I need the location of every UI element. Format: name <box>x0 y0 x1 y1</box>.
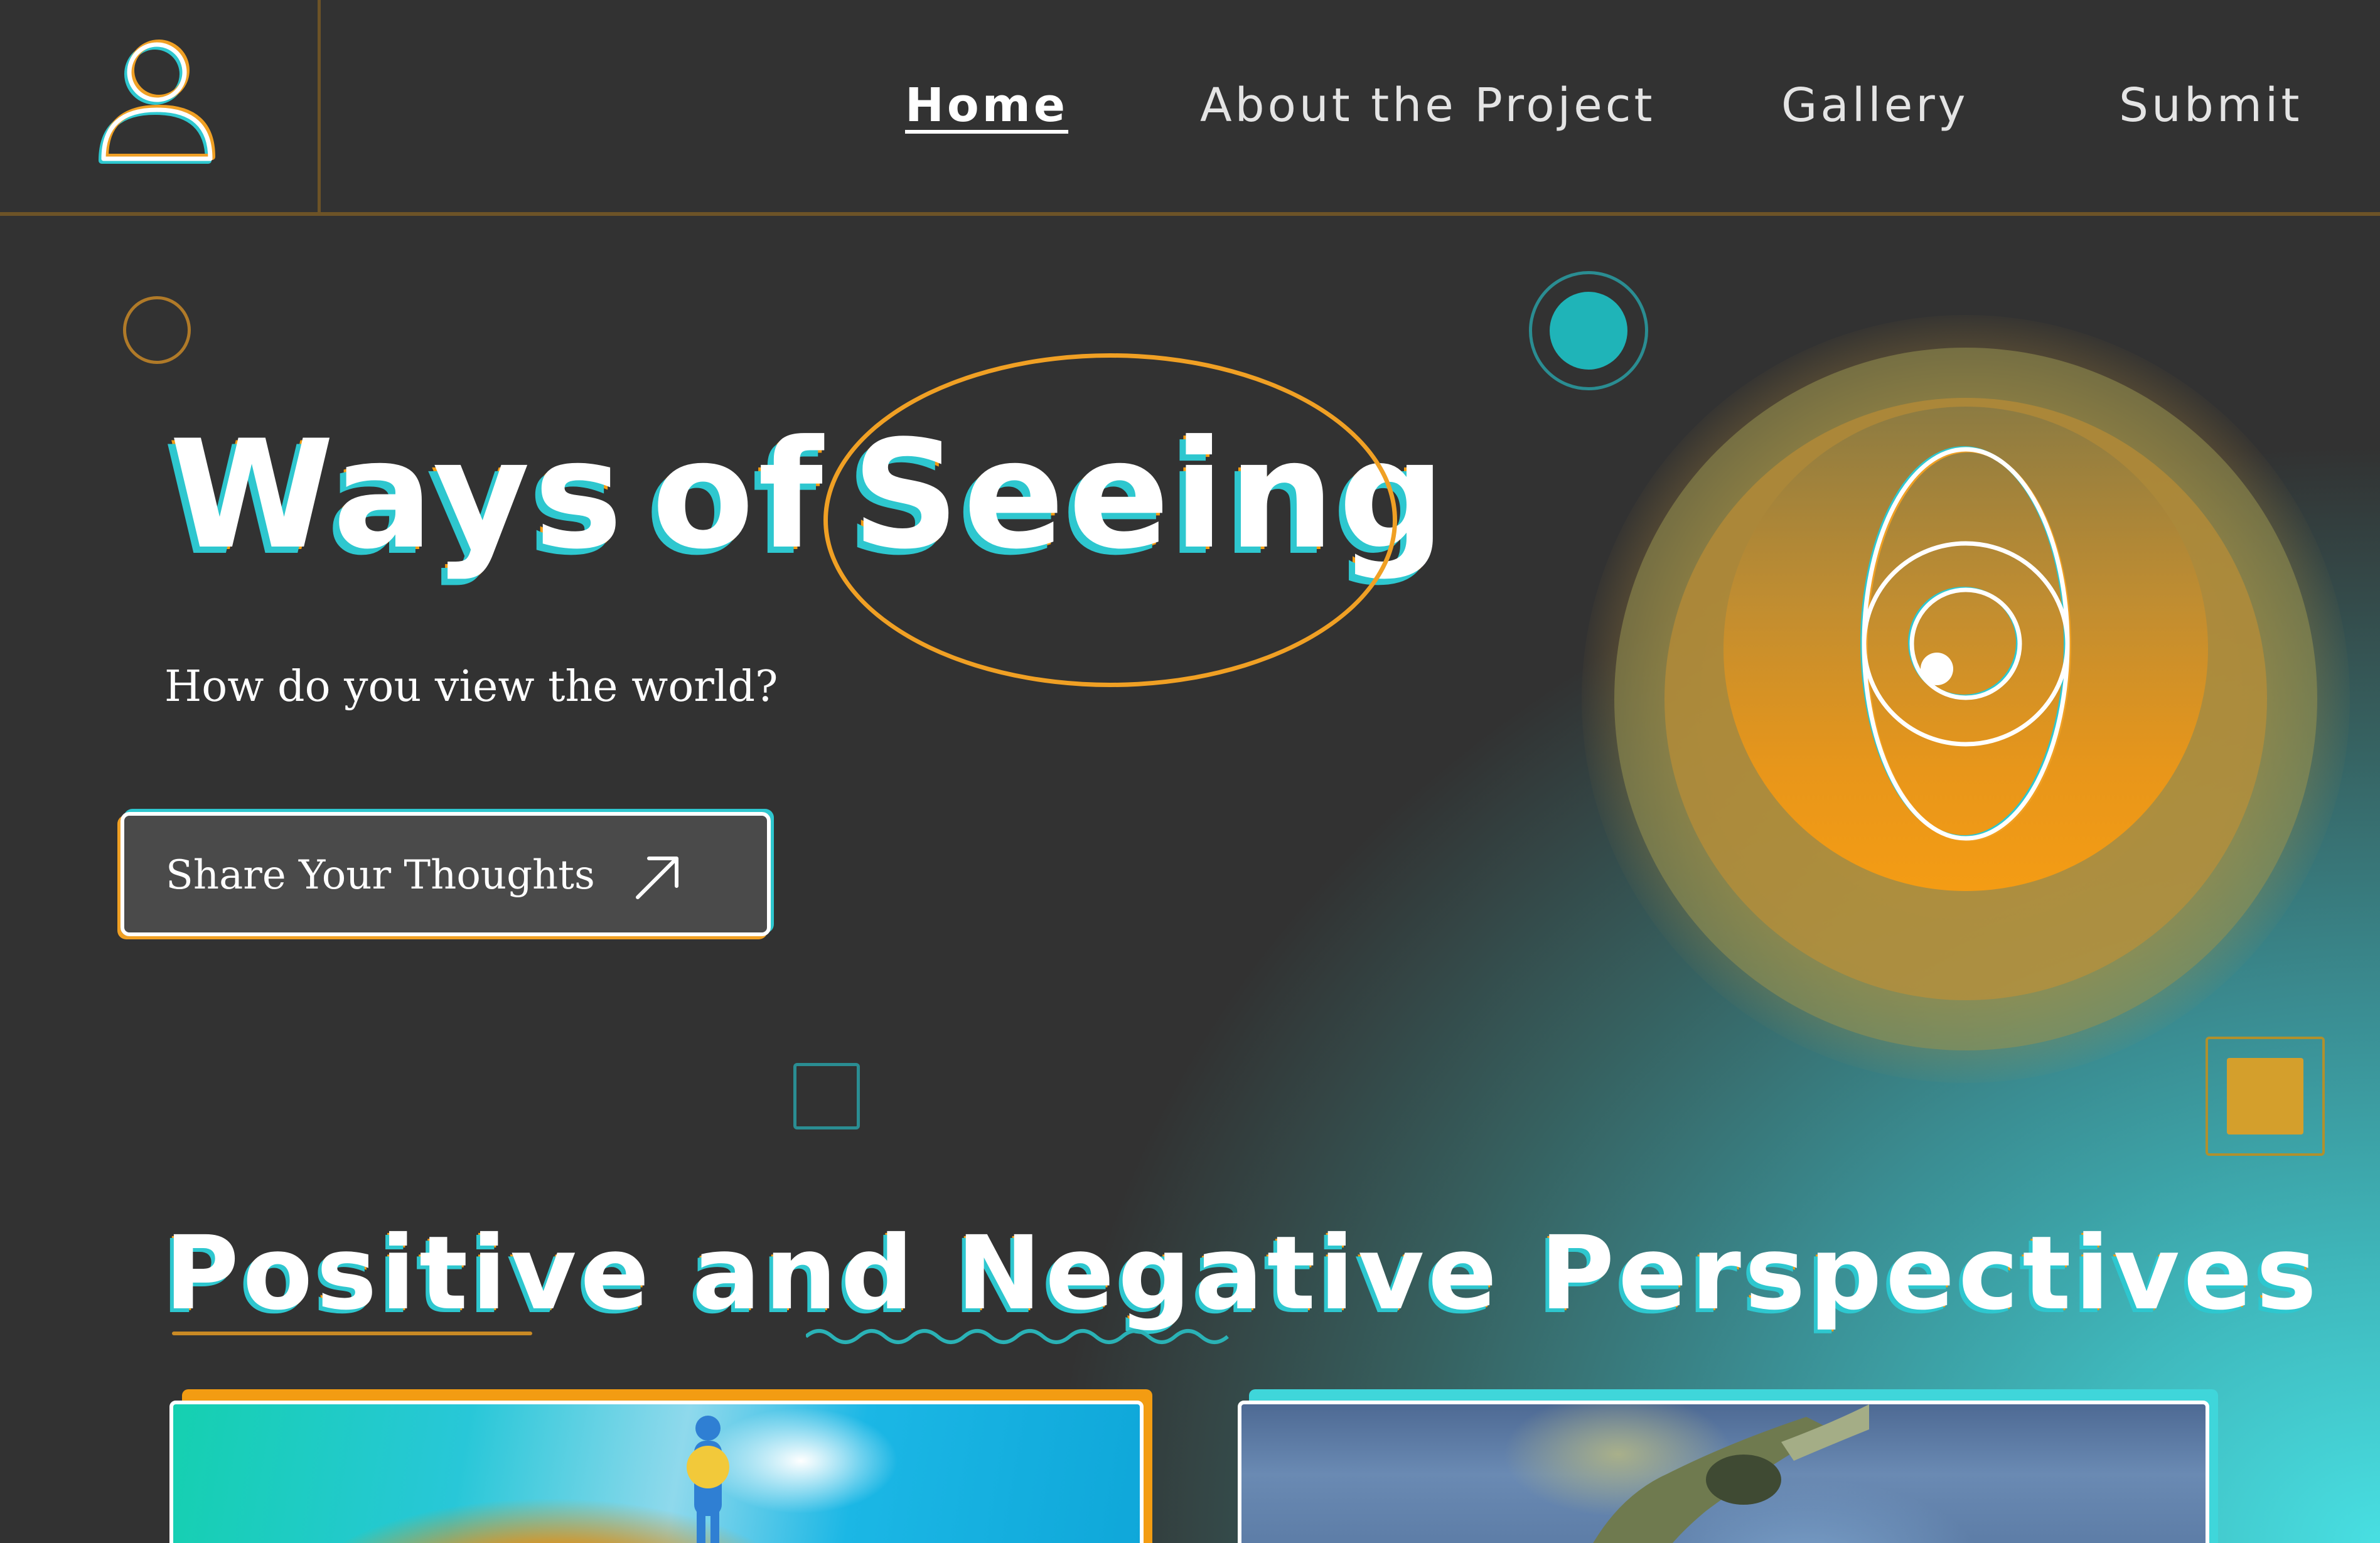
share-thoughts-label: Share Your Thoughts <box>166 852 595 899</box>
user-icon[interactable] <box>93 38 225 176</box>
nav-link-home[interactable]: Home <box>905 74 1068 137</box>
eye-icon <box>1860 446 2071 841</box>
positive-underline <box>172 1332 532 1335</box>
hero-title-word-of: of <box>651 408 827 582</box>
decorative-gold-square <box>2206 1037 2325 1156</box>
negative-wavy-underline <box>806 1329 1229 1344</box>
decorative-ring <box>123 296 191 364</box>
highlight-ellipse <box>823 353 1397 687</box>
person-climbing-illustration <box>1593 1404 1869 1543</box>
section-title: Positive and Negative Perspectives <box>164 1205 2320 1343</box>
positive-perspective-card[interactable] <box>169 1401 1144 1543</box>
decorative-square-outline <box>793 1063 860 1129</box>
hero-title-word-ways: Ways <box>169 408 627 582</box>
nav-link-submit[interactable]: Submit <box>2119 74 2303 137</box>
nav-link-about[interactable]: About the Project <box>1200 74 1655 137</box>
page-canvas: Home About the Project Gallery Submit Wa… <box>0 0 2380 1543</box>
top-navigation: Home About the Project Gallery Submit <box>0 0 2380 216</box>
decorative-teal-dot <box>1529 271 1648 390</box>
nav-divider <box>318 0 321 213</box>
section-title-positive: Positive <box>164 1215 653 1333</box>
person-holding-globe-illustration <box>687 1416 729 1543</box>
section-title-perspectives: Perspectives <box>1540 1215 2321 1333</box>
arrow-up-right-icon <box>636 857 678 899</box>
negative-perspective-card[interactable] <box>1238 1401 2209 1543</box>
nav-link-gallery[interactable]: Gallery <box>1781 74 1969 137</box>
hero-subtitle: How do you view the world? <box>164 662 778 712</box>
section-title-and: and <box>692 1215 918 1333</box>
section-title-negative: Negative <box>956 1215 1501 1333</box>
share-thoughts-button[interactable]: Share Your Thoughts <box>121 812 771 936</box>
